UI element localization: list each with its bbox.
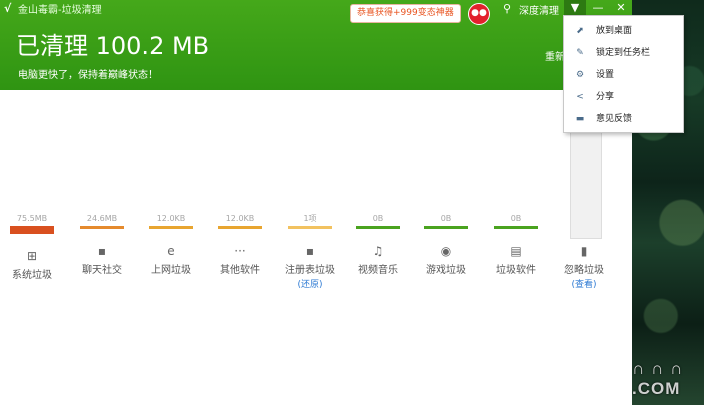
category-web[interactable]: 12.0KB e 上网垃圾 xyxy=(141,213,201,276)
music-icon: ♫ xyxy=(372,244,384,258)
menu-item-label: 放到桌面 xyxy=(596,26,633,36)
watermark: ∩ ∩ ∩ .COM xyxy=(632,359,684,398)
category-other-software[interactable]: 12.0KB ··· 其他软件 xyxy=(210,213,270,276)
gamepad-icon: ◉ xyxy=(440,244,452,258)
minimize-button[interactable]: — xyxy=(587,0,609,15)
promo-banner[interactable]: 恭喜获得+999变态神器 xyxy=(350,4,461,23)
view-link[interactable]: (查看) xyxy=(554,277,614,290)
dropdown-menu: ⬈ 放到桌面 ✎ 锁定到任务栏 ⚙ 设置 < 分享 ▬ 意见反馈 xyxy=(563,15,684,133)
menu-item-share[interactable]: < 分享 xyxy=(564,86,683,108)
category-games[interactable]: 0B ◉ 游戏垃圾 xyxy=(416,213,476,276)
category-size: 0B xyxy=(440,214,452,223)
category-label: 聊天社交 xyxy=(82,265,122,276)
chat-icon: ▪ xyxy=(97,244,107,258)
menu-item-settings[interactable]: ⚙ 设置 xyxy=(564,64,683,86)
share-icon: < xyxy=(576,92,584,102)
menu-item-pin-taskbar[interactable]: ✎ 锁定到任务栏 xyxy=(564,42,683,64)
deep-clean-button[interactable]: 深度清理 xyxy=(519,2,559,17)
category-video-music[interactable]: 0B ♫ 视频音乐 xyxy=(348,213,408,276)
category-bar xyxy=(494,226,538,229)
header: √ 金山毒霸-垃圾清理 恭喜获得+999变态神器 ●● ⚲ 深度清理 ▼ — ✕… xyxy=(0,0,632,90)
category-bar xyxy=(10,226,54,234)
category-size xyxy=(554,213,614,224)
close-button[interactable]: ✕ xyxy=(610,0,632,15)
category-bar xyxy=(218,226,262,229)
category-label: 上网垃圾 xyxy=(151,265,191,276)
menu-button[interactable]: ▼ xyxy=(564,0,586,15)
category-label: 注册表垃圾 xyxy=(285,265,335,276)
category-label: 游戏垃圾 xyxy=(426,265,466,276)
cleaned-amount: 已清理 100.2 MB xyxy=(16,32,210,60)
rescan-button[interactable]: 重新 xyxy=(545,48,565,63)
chat-icon: ▬ xyxy=(575,114,585,124)
category-label: 其他软件 xyxy=(220,265,260,276)
category-label: 视频音乐 xyxy=(358,265,398,276)
category-size: 0B xyxy=(372,214,384,223)
category-size: 24.6MB xyxy=(86,214,118,223)
menu-item-send-to-desktop[interactable]: ⬈ 放到桌面 xyxy=(564,20,683,42)
category-bar xyxy=(424,226,468,229)
app-title: 金山毒霸-垃圾清理 xyxy=(18,5,102,16)
category-junk-software[interactable]: 0B ▤ 垃圾软件 xyxy=(486,213,546,276)
category-bar xyxy=(356,226,400,229)
gear-icon: ⚙ xyxy=(575,70,585,80)
ie-icon: e xyxy=(167,244,175,258)
package-icon: ▤ xyxy=(510,244,522,258)
pin-icon: ✎ xyxy=(576,48,584,58)
category-size: 1项 xyxy=(303,214,317,223)
category-size: 12.0KB xyxy=(156,214,186,223)
menu-item-label: 设置 xyxy=(596,70,615,80)
trash-icon: ▮ xyxy=(580,244,588,258)
category-label: 系统垃圾 xyxy=(12,270,52,281)
category-label: 垃圾软件 xyxy=(496,265,536,276)
category-bar xyxy=(80,226,124,229)
app-logo-icon: √ xyxy=(4,2,12,15)
restore-link[interactable]: (还原) xyxy=(280,277,340,290)
category-bar xyxy=(288,226,332,229)
category-chat[interactable]: 24.6MB ▪ 聊天社交 xyxy=(72,213,132,276)
category-registry[interactable]: 1项 ▪ 注册表垃圾 (还原) xyxy=(280,213,340,290)
menu-item-label: 分享 xyxy=(596,92,615,102)
registry-icon: ▪ xyxy=(305,244,315,258)
category-ignored[interactable]: ▮ 忽略垃圾 (查看) xyxy=(554,213,614,290)
dots-icon: ··· xyxy=(234,244,246,258)
category-bar xyxy=(562,226,606,229)
broom-icon[interactable]: ⚲ xyxy=(503,2,511,15)
upload-icon: ⬈ xyxy=(576,26,584,36)
category-label: 忽略垃圾 xyxy=(564,265,604,276)
category-size: 75.5MB xyxy=(16,214,48,223)
category-size: 0B xyxy=(510,214,522,223)
menu-item-label: 锁定到任务栏 xyxy=(596,48,651,58)
windows-icon: ⊞ xyxy=(26,249,38,263)
menu-item-label: 意见反馈 xyxy=(596,114,633,124)
category-system[interactable]: 75.5MB ⊞ 系统垃圾 xyxy=(2,213,62,281)
category-size: 12.0KB xyxy=(225,214,255,223)
mascot-icon[interactable]: ●● xyxy=(468,3,490,25)
status-subtitle: 电脑更快了，保持着巅峰状态！ xyxy=(18,70,158,81)
app-window: √ 金山毒霸-垃圾清理 恭喜获得+999变态神器 ●● ⚲ 深度清理 ▼ — ✕… xyxy=(0,0,684,405)
category-bar xyxy=(149,226,193,229)
menu-item-feedback[interactable]: ▬ 意见反馈 xyxy=(564,108,683,130)
